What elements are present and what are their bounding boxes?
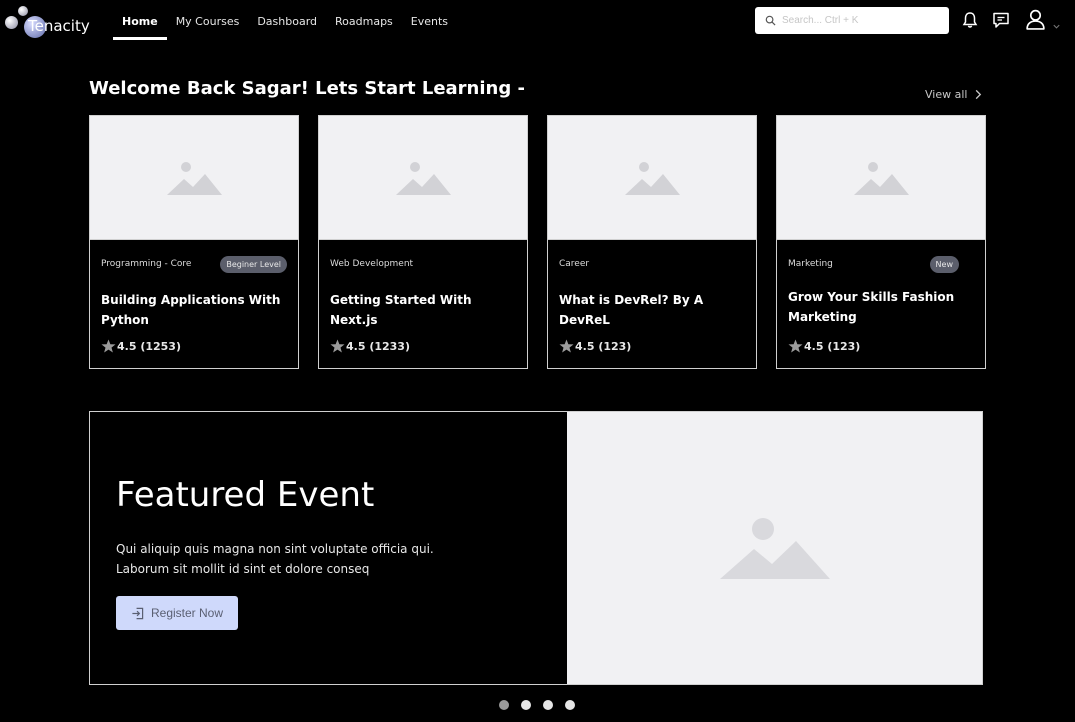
view-all-label: View all	[925, 88, 968, 101]
course-rating: 4.5 (1233)	[330, 339, 410, 353]
chevron-down-icon[interactable]	[1052, 16, 1061, 29]
register-now-label: Register Now	[150, 606, 224, 620]
user-icon[interactable]	[1024, 8, 1047, 31]
carousel-pagination	[499, 700, 575, 710]
login-icon	[132, 607, 144, 619]
chat-icon[interactable]	[991, 10, 1011, 30]
star-icon	[559, 339, 574, 353]
register-now-button[interactable]: Register Now	[116, 596, 238, 630]
image-placeholder-icon	[624, 161, 680, 195]
rating-value: 4.5 (1233)	[346, 339, 410, 353]
top-navbar: Tenacity Home My Courses Dashboard Roadm…	[0, 0, 1075, 42]
course-category: Programming - Core	[101, 259, 192, 269]
course-thumbnail	[319, 116, 527, 240]
course-category: Web Development	[330, 259, 414, 269]
nav-link-home[interactable]: Home	[113, 0, 167, 40]
star-icon	[788, 339, 803, 353]
search-icon	[765, 15, 776, 26]
star-icon	[330, 339, 345, 353]
image-placeholder-icon	[853, 161, 909, 195]
course-rating: 4.5 (1253)	[101, 339, 181, 353]
bell-icon[interactable]	[960, 10, 980, 30]
welcome-heading: Welcome Back Sagar! Lets Start Learning …	[89, 78, 525, 99]
nav-links: Home My Courses Dashboard Roadmaps Event…	[113, 0, 457, 42]
carousel-dot[interactable]	[543, 700, 553, 710]
chevron-right-icon	[976, 89, 982, 100]
image-placeholder-icon	[395, 161, 451, 195]
rating-value: 4.5 (123)	[804, 339, 861, 353]
course-card[interactable]: Marketing New Grow Your Skills Fashion M…	[776, 115, 986, 369]
carousel-dot[interactable]	[521, 700, 531, 710]
brand-logo[interactable]: Tenacity	[4, 4, 94, 38]
course-category: Career	[559, 259, 590, 269]
nav-link-events[interactable]: Events	[402, 0, 457, 40]
search-bar[interactable]	[755, 7, 949, 34]
course-thumbnail	[548, 116, 756, 240]
view-all-link[interactable]: View all	[925, 88, 982, 101]
course-title: Building Applications With Python	[101, 293, 281, 327]
logo-bubble	[5, 16, 18, 29]
course-rating: 4.5 (123)	[559, 339, 631, 353]
carousel-dot[interactable]	[499, 700, 509, 710]
logo-bubble	[18, 6, 28, 16]
nav-link-dashboard[interactable]: Dashboard	[248, 0, 326, 40]
featured-event-image	[567, 412, 982, 684]
featured-event-info: Featured Event Qui aliquip quis magna no…	[90, 412, 567, 684]
image-placeholder-icon	[166, 161, 222, 195]
course-cards: Programming - Core Beginer Level Buildin…	[89, 115, 986, 369]
course-title: Getting Started With Next.js	[330, 293, 472, 327]
nav-link-my-courses[interactable]: My Courses	[167, 0, 249, 40]
course-rating: 4.5 (123)	[788, 339, 860, 353]
rating-value: 4.5 (123)	[575, 339, 632, 353]
image-placeholder-icon	[719, 518, 830, 579]
search-input[interactable]	[782, 15, 942, 26]
course-thumbnail	[777, 116, 985, 240]
nav-link-roadmaps[interactable]: Roadmaps	[326, 0, 402, 40]
course-category: Marketing	[788, 259, 833, 269]
featured-event-description: Qui aliquip quis magna non sint voluptat…	[116, 542, 434, 576]
course-card[interactable]: Programming - Core Beginer Level Buildin…	[89, 115, 299, 369]
course-title: What is DevRel? By A DevReL	[559, 293, 704, 327]
new-badge: New	[929, 256, 959, 273]
carousel-dot[interactable]	[565, 700, 575, 710]
featured-event-title: Featured Event	[116, 475, 375, 515]
course-card[interactable]: Career What is DevRel? By A DevReL 4.5 (…	[547, 115, 757, 369]
course-title: Grow Your Skills Fashion Marketing	[788, 290, 955, 324]
brand-name: Tenacity	[28, 17, 90, 35]
course-card[interactable]: Web Development Getting Started With Nex…	[318, 115, 528, 369]
level-badge: Beginer Level	[220, 256, 287, 273]
rating-value: 4.5 (1253)	[117, 339, 181, 353]
course-thumbnail	[90, 116, 298, 240]
featured-event-banner: Featured Event Qui aliquip quis magna no…	[89, 411, 983, 685]
star-icon	[101, 339, 116, 353]
